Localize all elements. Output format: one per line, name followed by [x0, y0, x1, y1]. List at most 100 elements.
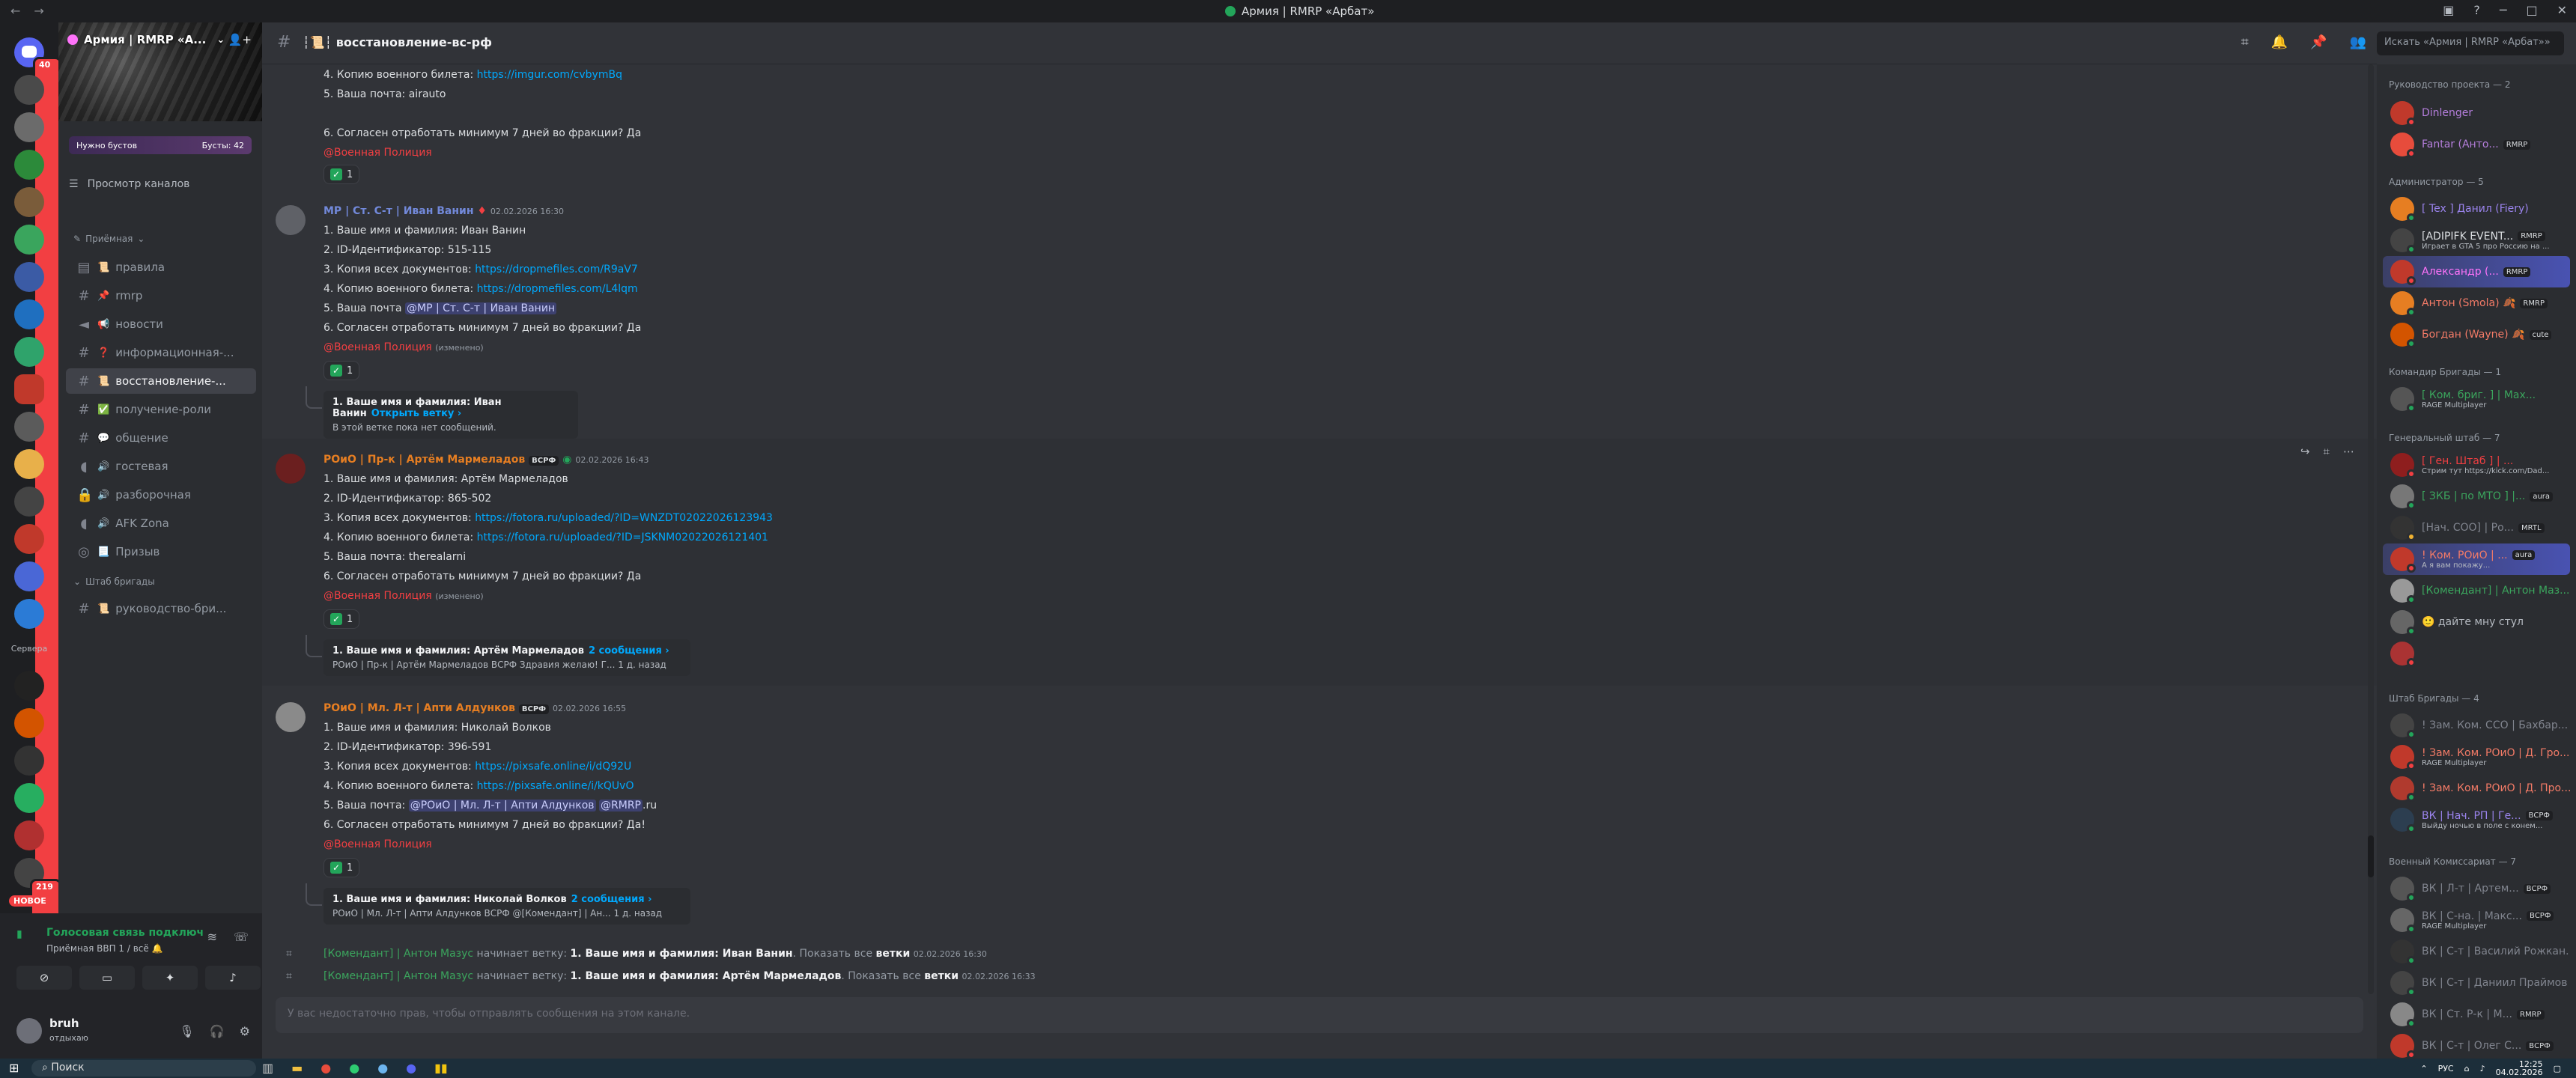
- user-mention[interactable]: @RMRP: [599, 800, 643, 811]
- member-list-icon[interactable]: 👥: [2350, 34, 2366, 50]
- language-indicator[interactable]: РУС: [2438, 1064, 2454, 1074]
- thread-preview[interactable]: 1. Ваше имя и фамилия: Артём Мармеладов 2…: [323, 639, 690, 676]
- disconnect-icon[interactable]: ☏: [234, 930, 249, 944]
- message-link[interactable]: https://fotora.ru/uploaded/?ID=WNZDT0202…: [475, 512, 773, 524]
- inbox-icon[interactable]: ▣: [2443, 3, 2454, 17]
- server-icon[interactable]: [14, 299, 44, 329]
- message-link[interactable]: https://fotora.ru/uploaded/?ID=JSKNM0202…: [477, 532, 768, 543]
- thread-link[interactable]: 1. Ваше имя и фамилия: Артём Мармеладов: [571, 970, 842, 982]
- yandex-browser-icon[interactable]: ●: [321, 1061, 331, 1075]
- network-icon[interactable]: ⌂: [2464, 1064, 2470, 1074]
- server-icon[interactable]: [14, 671, 44, 701]
- thread-preview[interactable]: 1. Ваше имя и фамилия: Иван Ванин Открыть…: [323, 391, 578, 439]
- activities-button[interactable]: ✦: [142, 966, 198, 990]
- headphones-icon[interactable]: 🎧: [210, 1024, 225, 1038]
- member-item[interactable]: [2383, 638, 2570, 669]
- server-icon[interactable]: [14, 187, 44, 217]
- message-author[interactable]: РОиО | Мл. Л-т | Апти Алдунков ВСРФ 02.0…: [323, 702, 626, 714]
- member-item[interactable]: Fantar (Анто... RMRP: [2383, 129, 2570, 160]
- reaction-button[interactable]: ✓ 1: [323, 609, 360, 629]
- open-thread-link[interactable]: 2 сообщения ›: [571, 894, 652, 905]
- member-item[interactable]: [ Ком. бриг. ] | Мах... RAGE Multiplayer: [2383, 383, 2570, 415]
- server-icon[interactable]: [14, 225, 44, 255]
- taskbar-search[interactable]: ⌕ Поиск: [31, 1060, 256, 1077]
- close-button[interactable]: ✕: [2557, 3, 2567, 17]
- avatar[interactable]: [276, 454, 306, 484]
- screen-share-button[interactable]: ▭: [79, 966, 135, 990]
- channel-item[interactable]: ▤ 📜 правила: [66, 255, 256, 280]
- member-item[interactable]: [Нач. СОО] | Ро... MRTL: [2383, 512, 2570, 543]
- member-item[interactable]: ВК | С-на. | Макс... ВСРФ RAGE Multiplayer: [2383, 904, 2570, 936]
- role-mention[interactable]: @Военная Полиция: [323, 838, 432, 850]
- forward-arrow-icon[interactable]: →: [34, 4, 57, 18]
- message-link[interactable]: https://imgur.com/cvbymBq: [477, 69, 622, 81]
- user-mention[interactable]: @МР | Ст. С-т | Иван Ванин: [405, 302, 557, 314]
- member-item[interactable]: ВК | Нач. РП | Ге... ВСРФ Выйду ночью в по…: [2383, 804, 2570, 835]
- thread-preview[interactable]: 1. Ваше имя и фамилия: Николай Волков 2 с…: [323, 888, 690, 925]
- more-icon[interactable]: ⋯: [2343, 445, 2354, 458]
- channel-item[interactable]: # 📌 rmrp: [66, 283, 256, 308]
- windows-start-icon[interactable]: ⊞: [9, 1061, 19, 1075]
- show-threads-link[interactable]: ветки: [876, 948, 911, 960]
- member-item[interactable]: ВК | Ст. Р-к | М... RMRP: [2383, 999, 2570, 1030]
- message-link[interactable]: https://pixsafe.online/i/kQUvO: [477, 780, 634, 792]
- reply-icon[interactable]: ↪: [2300, 445, 2310, 458]
- member-item[interactable]: ! Зам. Ком. ССО | Бахбар...: [2383, 710, 2570, 741]
- channel-item[interactable]: # ✅ получение-роли: [66, 397, 256, 422]
- soundboard-button[interactable]: ♪: [205, 966, 261, 990]
- avatar[interactable]: [276, 702, 306, 732]
- thread-link[interactable]: 1. Ваше имя и фамилия: Иван Ванин: [571, 948, 793, 960]
- minimize-button[interactable]: ─: [2500, 3, 2507, 17]
- role-mention[interactable]: @Военная Полиция: [323, 590, 432, 602]
- thread-icon[interactable]: ⌗: [2324, 445, 2330, 458]
- server-icon[interactable]: [14, 412, 44, 442]
- server-icon[interactable]: [14, 820, 44, 850]
- reaction-button[interactable]: ✓ 1: [323, 361, 360, 380]
- voice-status[interactable]: Голосовая связь подключ: [46, 927, 204, 939]
- open-thread-link[interactable]: 2 сообщения ›: [589, 645, 669, 657]
- tray-expand-icon[interactable]: ⌃: [2420, 1064, 2427, 1074]
- member-item[interactable]: Dinlenger: [2383, 97, 2570, 129]
- user-mention[interactable]: @РОиО | Мл. Л-т | Апти Алдунков: [408, 800, 596, 811]
- message-link[interactable]: https://pixsafe.online/i/dQ92U: [475, 761, 631, 773]
- gear-icon[interactable]: ⚙: [240, 1024, 250, 1038]
- member-item[interactable]: ! Ком. РОиО | ... aura А я вам покажу...: [2383, 543, 2570, 575]
- channel-item-active[interactable]: # 📜 восстановление-...: [66, 368, 256, 394]
- server-icon[interactable]: [14, 150, 44, 180]
- member-item[interactable]: [Комендант] | Антон Маз...: [2383, 575, 2570, 606]
- role-mention[interactable]: @Военная Полиция: [323, 147, 432, 159]
- server-icon[interactable]: [14, 599, 44, 629]
- reaction-button[interactable]: ✓ 1: [323, 858, 360, 877]
- server-icon[interactable]: [14, 449, 44, 479]
- channel-item[interactable]: 🔒 🔊 разборочная: [66, 482, 256, 508]
- message-author[interactable]: МР | Ст. С-т | Иван Ванин ♦ 02.02.2026 1…: [323, 205, 564, 217]
- server-icon[interactable]: [14, 708, 44, 738]
- message-link[interactable]: https://dropmefiles.com/L4lqm: [477, 283, 638, 295]
- server-icon[interactable]: [14, 783, 44, 813]
- history-nav[interactable]: ←→: [10, 4, 58, 18]
- member-item[interactable]: Антон (Smola) 🍂 RMRP: [2383, 287, 2570, 319]
- server-icon[interactable]: [14, 337, 44, 367]
- member-item[interactable]: ВК | Л-т | Артем... ВСРФ: [2383, 873, 2570, 904]
- category-header[interactable]: ⌄ Штаб бригады: [73, 576, 155, 587]
- discord-icon[interactable]: ●: [406, 1061, 416, 1075]
- back-arrow-icon[interactable]: ←: [10, 4, 34, 18]
- notification-icon[interactable]: ▢: [2554, 1064, 2561, 1074]
- message-author[interactable]: РОиО | Пр-к | Артём Мармеладов ВСРФ ◉ 02…: [323, 454, 649, 466]
- volume-icon[interactable]: ♪: [2480, 1064, 2485, 1074]
- member-item[interactable]: [ Ген. Штаб ] | ... Стрим тут https://kic…: [2383, 449, 2570, 481]
- member-item[interactable]: ! Зам. Ком. РОиО | Д. Гро... RAGE Multipl…: [2383, 741, 2570, 773]
- channel-item[interactable]: # 💬 общение: [66, 425, 256, 451]
- show-threads-link[interactable]: ветки: [924, 970, 959, 982]
- avatar[interactable]: [276, 205, 306, 235]
- steam-icon[interactable]: ●: [377, 1061, 388, 1075]
- invite-people-icon[interactable]: 👤+: [228, 33, 252, 46]
- member-item[interactable]: Александр (... RMRP: [2383, 256, 2570, 287]
- server-icon[interactable]: [14, 262, 44, 292]
- threads-icon[interactable]: ⌗: [2241, 34, 2249, 50]
- open-thread-link[interactable]: Открыть ветку ›: [371, 408, 462, 419]
- member-item[interactable]: [ADIPIFK EVENT... RMRP Играет в GTA 5 про …: [2383, 225, 2570, 256]
- member-item[interactable]: 🙂 дайте мну стул: [2383, 606, 2570, 638]
- channel-item[interactable]: ◎ 📃 Призыв: [66, 539, 256, 564]
- server-icon[interactable]: [14, 524, 44, 554]
